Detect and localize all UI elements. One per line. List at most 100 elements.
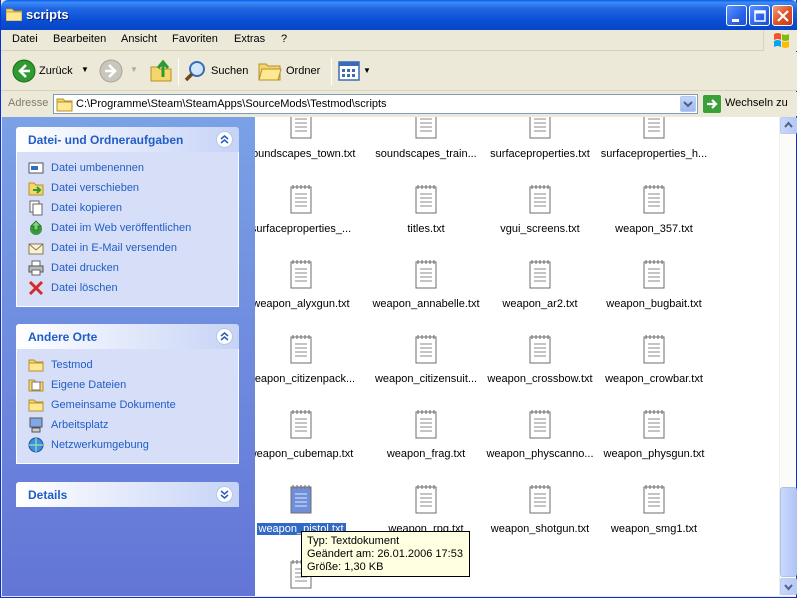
folders-label: Ordner [286, 65, 321, 77]
details-header[interactable]: Details [16, 482, 239, 507]
go-label: Wechseln zu [725, 97, 788, 109]
place-my-documents[interactable]: Eigene Dateien [17, 375, 238, 395]
file-item[interactable]: weapon_frag.txt [369, 361, 483, 460]
toolbar: Zurück ▼ ▼ Suchen Ordner ▼ [1, 52, 797, 91]
folders-button[interactable]: Ordner [257, 52, 327, 91]
toolbar-separator [178, 58, 179, 85]
menu-bar: Datei Bearbeiten Ansicht Favoriten Extra… [1, 30, 797, 51]
forward-button[interactable]: ▼ [97, 52, 142, 91]
task-delete[interactable]: Datei löschen [17, 278, 238, 298]
file-item[interactable]: soundscapes_town.txt [255, 117, 358, 160]
address-label: Adresse [8, 97, 49, 109]
task-copy[interactable]: Datei kopieren [17, 198, 238, 218]
task-label: Datei kopieren [51, 202, 122, 214]
other-places-list: Testmod Eigene Dateien Gemeinsame Dokume… [16, 349, 239, 464]
file-item[interactable]: weapon_pistol.txt [255, 436, 358, 535]
file-item[interactable]: weapon_357.txt [597, 136, 711, 235]
up-folder-button[interactable] [147, 52, 175, 91]
chevron-down-icon[interactable]: ▼ [81, 65, 89, 74]
file-item[interactable]: weapon_cubemap.txt [255, 361, 358, 460]
menu-ansicht[interactable]: Ansicht [121, 33, 157, 45]
place-testmod[interactable]: Testmod [17, 355, 238, 375]
file-list[interactable]: soundscapes_town.txt soundscapes_train...… [255, 117, 779, 596]
close-button[interactable] [772, 5, 793, 26]
task-move[interactable]: Datei verschieben [17, 178, 238, 198]
file-item[interactable]: surfaceproperties_... [255, 136, 358, 235]
close-icon [777, 10, 789, 22]
task-email[interactable]: Datei in E-Mail versenden [17, 238, 238, 258]
tooltip-type: Typ: Textdokument [307, 535, 400, 547]
title-bar[interactable]: scripts [1, 0, 797, 30]
text-file-icon [529, 335, 551, 364]
text-file-icon [415, 260, 437, 289]
other-places-header[interactable]: Andere Orte [16, 324, 239, 349]
scroll-down-button[interactable] [780, 578, 797, 595]
file-item[interactable]: weapon_annabelle.txt [369, 211, 483, 310]
menu-help[interactable]: ? [281, 33, 287, 45]
maximize-icon [754, 10, 766, 22]
file-name: weapon_shotgun.txt [490, 523, 590, 535]
file-name: weapon_smg1.txt [610, 523, 698, 535]
go-button[interactable]: Wechseln zu [703, 95, 795, 113]
collapse-button[interactable] [216, 328, 233, 345]
file-tasks-header[interactable]: Datei- und Ordneraufgaben [16, 127, 239, 152]
expand-button[interactable] [216, 486, 233, 503]
file-item[interactable]: weapon_physgun.txt [597, 361, 711, 460]
file-item[interactable]: weapon_bugbait.txt [597, 211, 711, 310]
menu-favoriten[interactable]: Favoriten [172, 33, 218, 45]
task-label: Datei umbenennen [51, 162, 144, 174]
file-item[interactable]: surfaceproperties_h... [597, 117, 711, 160]
text-file-icon [415, 485, 437, 514]
task-print[interactable]: Datei drucken [17, 258, 238, 278]
address-field[interactable] [53, 94, 698, 114]
scroll-up-button[interactable] [780, 117, 797, 134]
chevron-up-icon [220, 135, 229, 144]
text-file-icon [529, 260, 551, 289]
tooltip-size: Größe: 1,30 KB [307, 561, 384, 573]
file-item[interactable]: weapon_rpg.txt [369, 436, 483, 535]
file-item[interactable]: weapon_crossbow.txt [483, 286, 597, 385]
back-label: Zurück [39, 65, 73, 77]
vertical-scrollbar[interactable] [779, 117, 797, 596]
maximize-button[interactable] [749, 5, 770, 26]
back-button[interactable]: Zurück ▼ [9, 52, 94, 91]
delete-icon [28, 280, 44, 296]
file-item[interactable]: weapon_alyxgun.txt [255, 211, 358, 310]
minimize-button[interactable] [726, 5, 747, 26]
text-file-icon [290, 260, 312, 289]
file-item[interactable]: weapon_shotgun.txt [483, 436, 597, 535]
views-icon [338, 61, 360, 81]
address-dropdown-button[interactable] [680, 96, 696, 112]
web-publish-icon [30, 220, 42, 235]
file-item[interactable]: vgui_screens.txt [483, 136, 597, 235]
task-web-publish[interactable]: Datei im Web veröffentlichen [17, 218, 238, 238]
windows-flag-icon [774, 33, 789, 48]
collapse-button[interactable] [216, 131, 233, 148]
menu-bearbeiten[interactable]: Bearbeiten [53, 33, 106, 45]
folder-icon [56, 98, 73, 112]
search-button[interactable]: Suchen [183, 52, 253, 91]
place-label: Gemeinsame Dokumente [51, 399, 176, 411]
address-input[interactable] [76, 97, 676, 111]
chevron-down-icon [784, 584, 793, 591]
menu-extras[interactable]: Extras [234, 33, 265, 45]
windows-logo [763, 30, 797, 51]
place-network[interactable]: Netzwerkumgebung [17, 435, 238, 455]
file-item[interactable]: weapon_crowbar.txt [597, 286, 711, 385]
my-documents-icon [28, 379, 44, 392]
text-file-icon [290, 185, 312, 214]
file-item[interactable]: titles.txt [369, 136, 483, 235]
file-item[interactable]: weapon_citizensuit... [369, 286, 483, 385]
file-item[interactable]: soundscapes_train... [369, 117, 483, 160]
place-my-computer[interactable]: Arbeitsplatz [17, 415, 238, 435]
file-item[interactable]: surfaceproperties.txt [483, 117, 597, 160]
menu-datei[interactable]: Datei [12, 33, 38, 45]
scroll-thumb[interactable] [780, 487, 797, 577]
place-shared-documents[interactable]: Gemeinsame Dokumente [17, 395, 238, 415]
file-item[interactable]: weapon_smg1.txt [597, 436, 711, 535]
file-item[interactable]: weapon_physcanno... [483, 361, 597, 460]
file-item[interactable]: weapon_citizenpack... [255, 286, 358, 385]
views-button[interactable]: ▼ [336, 52, 371, 91]
task-rename[interactable]: Datei umbenennen [17, 158, 238, 178]
file-item[interactable]: weapon_ar2.txt [483, 211, 597, 310]
